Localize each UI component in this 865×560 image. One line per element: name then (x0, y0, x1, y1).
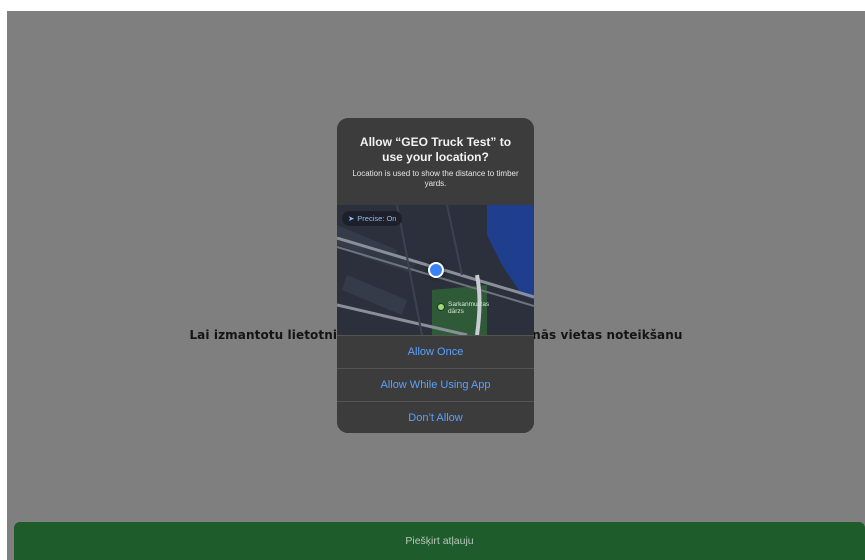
dont-allow-button[interactable]: Don’t Allow (337, 401, 534, 433)
precise-label: Precise: On (357, 214, 397, 223)
location-map-preview: ➤ Precise: On Sarkanmuižas dārzs (337, 205, 534, 335)
allow-while-using-button[interactable]: Allow While Using App (337, 368, 534, 401)
alert-title: Allow “GEO Truck Test” to use your locat… (359, 135, 512, 164)
alert-message: Location is used to show the distance to… (352, 169, 519, 188)
park-pin-icon (437, 303, 445, 311)
current-location-marker (428, 262, 444, 278)
location-permission-alert: Allow “GEO Truck Test” to use your locat… (337, 118, 534, 433)
location-arrow-icon: ➤ (348, 214, 355, 223)
map-poi: Sarkanmuižas dārzs (437, 301, 490, 315)
allow-once-button[interactable]: Allow Once (337, 335, 534, 368)
grant-permission-button[interactable]: Piešķirt atļauju (14, 522, 865, 560)
poi-label: Sarkanmuižas dārzs (448, 301, 490, 315)
precise-location-toggle[interactable]: ➤ Precise: On (342, 211, 403, 226)
